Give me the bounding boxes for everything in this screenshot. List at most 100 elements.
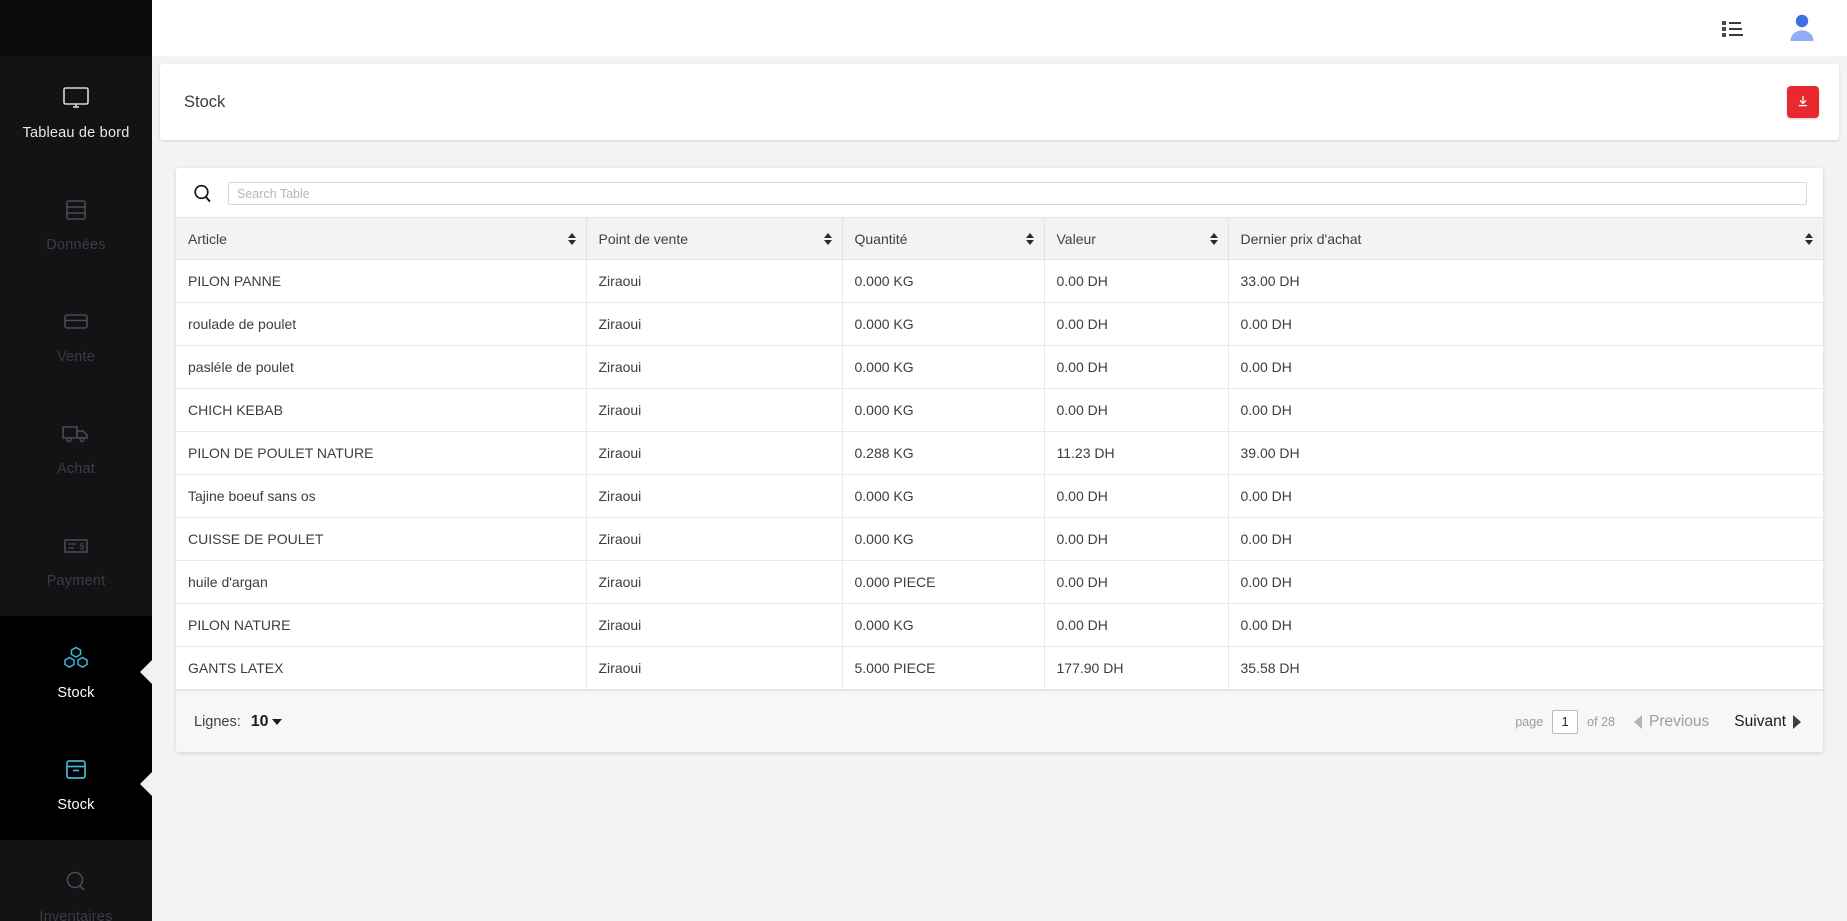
cell-quantite: 0.000 KG: [842, 388, 1045, 432]
cell-quantite: 0.000 KG: [842, 474, 1045, 518]
previous-page-button[interactable]: Previous: [1633, 712, 1710, 731]
column-header-point-de-vente[interactable]: Point de vente: [586, 217, 843, 260]
cell-valeur: 0.00 DH: [1044, 560, 1229, 604]
cell-quantite: 0.288 KG: [842, 431, 1045, 475]
cell-valeur: 177.90 DH: [1044, 646, 1229, 690]
rows-per-page-select[interactable]: 10: [251, 713, 282, 731]
sort-icon[interactable]: [567, 232, 576, 245]
table-row[interactable]: PILON NATURE Ziraoui 0.000 KG 0.00 DH 0.00 D…: [176, 603, 1823, 647]
cell-dernier-prix-achat: 0.00 DH: [1228, 302, 1823, 346]
sidebar-item-achat[interactable]: Achat: [0, 392, 152, 504]
table-row[interactable]: roulade de poulet Ziraoui 0.000 KG 0.00 DH 0…: [176, 302, 1823, 346]
cell-point-de-vente: Ziraoui: [586, 259, 843, 303]
cell-article: PILON DE POULET NATURE: [176, 431, 587, 475]
cell-dernier-prix-achat: 0.00 DH: [1228, 560, 1823, 604]
column-header-dernier-prix-achat[interactable]: Dernier prix d'achat: [1228, 217, 1823, 260]
table-footer: Lignes: 10 page of 28 Previous: [176, 690, 1823, 752]
cell-valeur: 0.00 DH: [1044, 517, 1229, 561]
cell-point-de-vente: Ziraoui: [586, 388, 843, 432]
column-header-article[interactable]: Article: [176, 217, 587, 260]
table-row[interactable]: PILON PANNE Ziraoui 0.000 KG 0.00 DH 33.00 D…: [176, 259, 1823, 303]
sidebar-item-label: Tableau de bord: [22, 125, 130, 141]
cell-article: pasléle de poulet: [176, 345, 587, 389]
svg-text:$: $: [80, 542, 85, 552]
sidebar: Tableau de bord Données Vente Achat $ Pa…: [0, 0, 152, 921]
cell-valeur: 0.00 DH: [1044, 388, 1229, 432]
cell-article: CHICH KEBAB: [176, 388, 587, 432]
cell-point-de-vente: Ziraoui: [586, 603, 843, 647]
download-button[interactable]: [1787, 86, 1819, 118]
search-input[interactable]: [228, 182, 1807, 205]
column-header-quantite[interactable]: Quantité: [842, 217, 1045, 260]
monitor-icon: [59, 83, 93, 113]
sidebar-active-arrow: [140, 771, 152, 797]
column-header-valeur[interactable]: Valeur: [1044, 217, 1229, 260]
sort-icon[interactable]: [1025, 232, 1034, 245]
cell-dernier-prix-achat: 39.00 DH: [1228, 431, 1823, 475]
cell-point-de-vente: Ziraoui: [586, 431, 843, 475]
stock-table-card: Article Point de vente Quantité: [176, 168, 1823, 752]
cell-quantite: 5.000 PIECE: [842, 646, 1045, 690]
chevron-right-icon: [1793, 714, 1801, 729]
cell-article: roulade de poulet: [176, 302, 587, 346]
total-pages-label: of 28: [1587, 714, 1615, 729]
sidebar-item-label: Achat: [56, 461, 96, 477]
cell-article: GANTS LATEX: [176, 646, 587, 690]
page-number-input[interactable]: [1552, 709, 1579, 734]
table-row[interactable]: pasléle de poulet Ziraoui 0.000 KG 0.00 DH 0…: [176, 345, 1823, 389]
cell-point-de-vente: Ziraoui: [586, 345, 843, 389]
sidebar-item-donnees[interactable]: Données: [0, 168, 152, 280]
page-label: page: [1515, 714, 1544, 729]
cell-point-de-vente: Ziraoui: [586, 474, 843, 518]
cell-valeur: 0.00 DH: [1044, 259, 1229, 303]
content-wrapper: Article Point de vente Quantité: [152, 140, 1847, 921]
cell-dernier-prix-achat: 0.00 DH: [1228, 474, 1823, 518]
cell-quantite: 0.000 KG: [842, 517, 1045, 561]
cell-valeur: 0.00 DH: [1044, 603, 1229, 647]
search-row: [176, 168, 1823, 217]
table-row[interactable]: huile d'argan Ziraoui 0.000 PIECE 0.00 DH 0.…: [176, 560, 1823, 604]
sort-icon[interactable]: [1805, 232, 1813, 245]
sidebar-item-payment[interactable]: $ Payment: [0, 504, 152, 616]
page-header-card: Stock: [160, 64, 1839, 140]
sidebar-item-inventaires[interactable]: Inventaires: [0, 840, 152, 921]
cell-article: Tajine boeuf sans os: [176, 474, 587, 518]
sidebar-item-label: Stock: [57, 797, 95, 813]
table-row[interactable]: Tajine boeuf sans os Ziraoui 0.000 KG 0.00 …: [176, 474, 1823, 518]
cell-valeur: 11.23 DH: [1044, 431, 1229, 475]
table-row[interactable]: CUISSE DE POULET Ziraoui 0.000 KG 0.00 DH 0.…: [176, 517, 1823, 561]
sidebar-active-arrow: [140, 659, 152, 685]
sidebar-item-tableau-de-bord[interactable]: Tableau de bord: [0, 56, 152, 168]
cell-valeur: 0.00 DH: [1044, 474, 1229, 518]
sort-icon[interactable]: [1209, 232, 1218, 245]
cell-valeur: 0.00 DH: [1044, 345, 1229, 389]
search-icon: [192, 183, 214, 205]
sidebar-item-stock-box[interactable]: Stock: [0, 728, 152, 840]
page-title: Stock: [184, 92, 226, 111]
table-body: PILON PANNE Ziraoui 0.000 KG 0.00 DH 33.00 D…: [176, 259, 1823, 690]
table-row[interactable]: CHICH KEBAB Ziraoui 0.000 KG 0.00 DH 0.00 DH: [176, 388, 1823, 432]
cell-valeur: 0.00 DH: [1044, 302, 1229, 346]
next-page-button[interactable]: Suivant: [1734, 713, 1801, 731]
sidebar-item-vente[interactable]: Vente: [0, 280, 152, 392]
chevron-down-icon: [271, 718, 282, 725]
list-bullet-icon[interactable]: [1721, 17, 1747, 39]
table-row[interactable]: GANTS LATEX Ziraoui 5.000 PIECE 177.90 DH 35…: [176, 646, 1823, 690]
table-row[interactable]: PILON DE POULET NATURE Ziraoui 0.288 KG 11.…: [176, 431, 1823, 475]
rows-per-page-value: 10: [250, 712, 269, 730]
sort-icon[interactable]: [823, 232, 832, 245]
sidebar-item-stock-boxes[interactable]: Stock: [0, 616, 152, 728]
sidebar-item-label: Vente: [56, 349, 96, 365]
column-header-label: Valeur: [1056, 230, 1096, 247]
cell-dernier-prix-achat: 35.58 DH: [1228, 646, 1823, 690]
table-header-row: Article Point de vente Quantité Valeur D…: [176, 217, 1823, 260]
topbar: [152, 0, 1847, 56]
cell-dernier-prix-achat: 0.00 DH: [1228, 517, 1823, 561]
search-circle-icon: [59, 867, 93, 897]
cell-dernier-prix-achat: 33.00 DH: [1228, 259, 1823, 303]
previous-page-label: Previous: [1648, 712, 1710, 730]
column-header-label: Dernier prix d'achat: [1240, 230, 1362, 247]
user-avatar-icon[interactable]: [1785, 11, 1819, 45]
sidebar-top-strip: [0, 0, 152, 56]
cell-article: PILON PANNE: [176, 259, 587, 303]
